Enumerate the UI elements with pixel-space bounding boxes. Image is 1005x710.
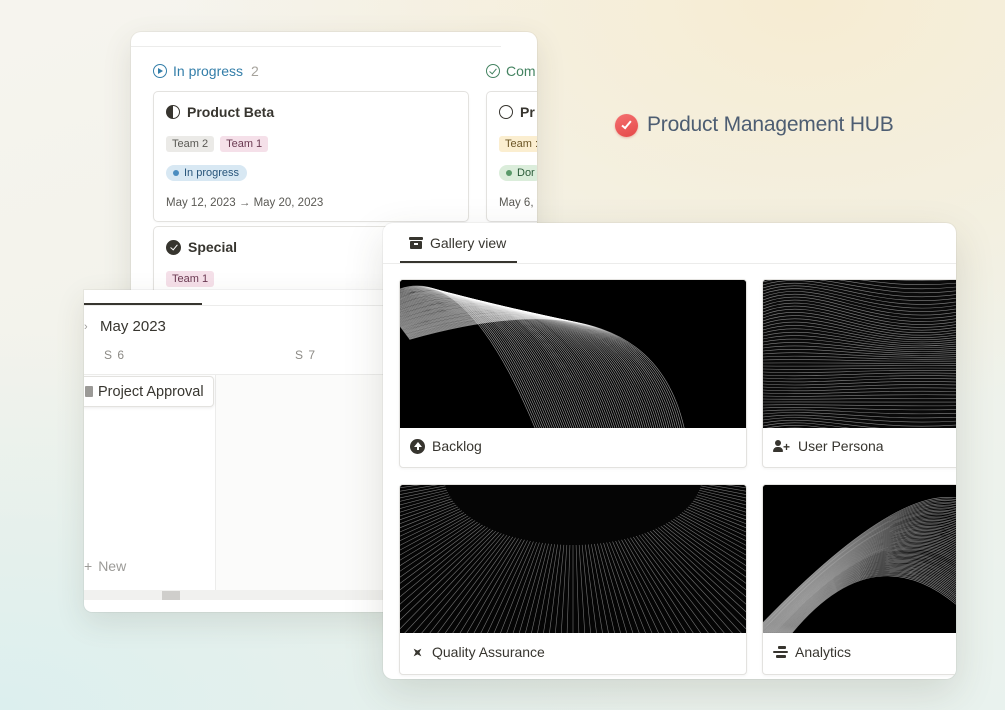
verified-check-icon	[166, 239, 181, 255]
tag: Team 2	[166, 136, 215, 152]
timeline-item-project-approval[interactable]: Project Approval	[84, 376, 214, 407]
gallery-card-backlog[interactable]: Backlog	[399, 279, 747, 468]
card-title-text: Product Beta	[187, 104, 275, 120]
status-dot-icon	[173, 170, 179, 176]
archive-icon	[409, 237, 423, 249]
card-label-text: User Persona	[798, 438, 884, 454]
timeline-view-window: › May 2023 S 6 S 7 Project Approval + Ne…	[84, 290, 399, 612]
tab-gallery-view[interactable]: Gallery view	[409, 235, 506, 251]
cover-image	[763, 485, 956, 633]
check-circle-icon	[486, 64, 500, 78]
empty-circle-icon	[499, 105, 513, 119]
timeline-day-label: S 7	[295, 348, 317, 362]
card-title: Special	[166, 239, 237, 255]
card-label-text: Quality Assurance	[432, 644, 545, 660]
timeline-grid-line	[84, 374, 399, 375]
sparkle-diamond-icon	[410, 644, 426, 660]
column-label: In progress	[173, 63, 244, 79]
timeline-header-divider	[84, 305, 399, 306]
timeline-bars-icon	[773, 646, 788, 658]
brand-title-text: Product Management HUB	[647, 113, 894, 136]
timeline-item-label: Project Approval	[98, 383, 204, 400]
timeline-column-divider	[215, 374, 216, 590]
status-text: In progress	[184, 167, 240, 179]
card-tags: Team 2 Team 1	[166, 136, 269, 152]
horizontal-scrollbar[interactable]	[84, 590, 399, 600]
card-title-text: Special	[188, 239, 238, 255]
column-label: Com	[506, 63, 536, 79]
card-title: Product Beta	[166, 104, 274, 120]
new-item-button[interactable]: + New	[84, 558, 126, 574]
tag: Team 1	[220, 136, 269, 152]
status-badge: Dor	[499, 165, 537, 181]
user-add-icon: +	[773, 439, 791, 453]
card-label: Quality Assurance	[410, 644, 545, 660]
half-circle-icon	[166, 105, 180, 119]
tab-label: Gallery view	[430, 235, 507, 251]
board-header-divider	[131, 46, 501, 47]
status-badge: In progress	[166, 165, 248, 181]
document-icon	[85, 386, 93, 397]
status-text: Dor	[517, 167, 535, 179]
column-header-in-progress[interactable]: In progress 2	[153, 63, 259, 79]
card-title-text: Pr	[520, 104, 535, 120]
card-label: Analytics	[773, 644, 851, 660]
gallery-card-user-persona[interactable]: + User Persona	[762, 279, 956, 468]
status-dot-icon	[506, 170, 512, 176]
date-range: May 12, 2023 → May 20, 2023	[166, 197, 324, 209]
tag: Team :	[499, 136, 537, 152]
chevron-right-icon[interactable]: ›	[84, 321, 88, 333]
gallery-card-quality-assurance[interactable]: Quality Assurance	[399, 484, 747, 675]
check-badge-icon	[615, 113, 638, 137]
timeline-month: May 2023	[100, 318, 166, 335]
gallery-view-window: Gallery view Backlog + User Persona Qual…	[383, 223, 956, 679]
column-count: 2	[251, 63, 259, 79]
arrow-up-circle-icon	[410, 438, 425, 454]
cover-image	[400, 485, 746, 633]
gallery-header-divider	[383, 263, 956, 264]
new-item-label: New	[98, 558, 127, 574]
gallery-card-analytics[interactable]: Analytics	[762, 484, 956, 675]
play-circle-icon	[153, 64, 167, 78]
board-card-complete[interactable]: Pr Team : Dor May 6, :	[486, 91, 537, 222]
card-label: Backlog	[410, 438, 482, 454]
brand-title: Product Management HUB	[615, 113, 894, 137]
timeline-day-column	[216, 375, 399, 590]
card-tags: Team 1	[166, 271, 215, 287]
date-range: May 6, :	[499, 197, 537, 209]
scrollbar-thumb[interactable]	[162, 591, 180, 600]
plus-icon: +	[84, 558, 93, 574]
card-label-text: Analytics	[795, 644, 852, 660]
board-card-product-beta[interactable]: Product Beta Team 2 Team 1 In progress M…	[153, 91, 469, 222]
card-label: + User Persona	[773, 438, 884, 454]
tag: Team 1	[166, 271, 215, 287]
card-tags: Team :	[499, 136, 537, 152]
card-title: Pr	[499, 104, 535, 120]
cover-image	[400, 280, 746, 428]
cover-image	[763, 280, 956, 428]
column-header-complete[interactable]: Com	[486, 63, 536, 79]
timeline-day-label: S 6	[104, 348, 126, 362]
card-label-text: Backlog	[432, 438, 482, 454]
